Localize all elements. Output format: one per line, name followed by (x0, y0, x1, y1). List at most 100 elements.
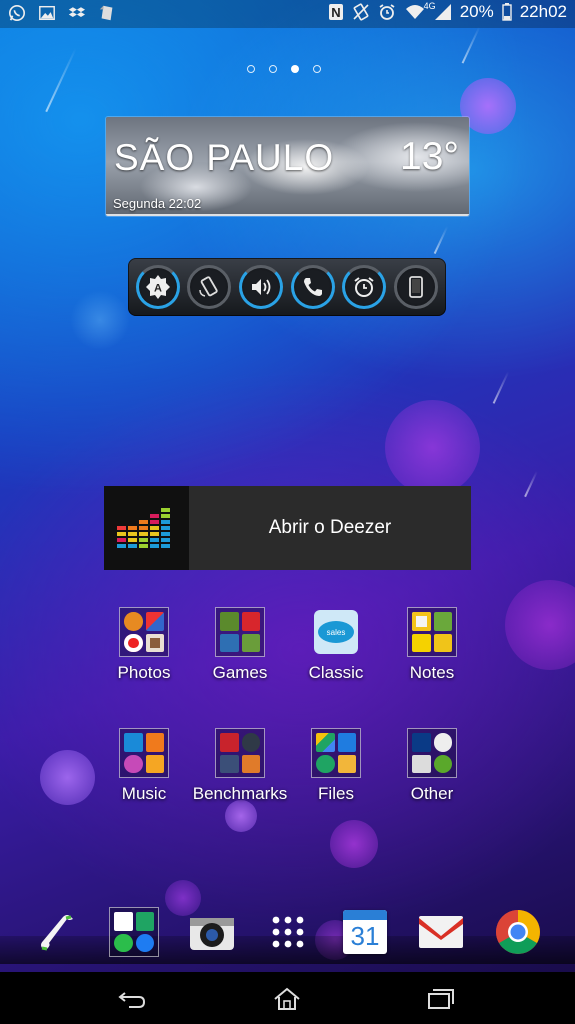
folder-games[interactable]: Games (190, 607, 290, 683)
sticky-note-icon (412, 633, 431, 652)
dock-messaging-folder[interactable] (108, 906, 160, 958)
file-commander-icon (337, 754, 356, 773)
wallpaper-streak (492, 371, 510, 404)
plants-game-icon (241, 633, 260, 652)
svg-text:A: A (154, 283, 162, 295)
salesforce-icon: sales (314, 610, 358, 654)
back-icon (118, 992, 146, 1008)
calendar-day: 31 (350, 921, 380, 951)
battery-icon (502, 3, 512, 21)
collage-icon (145, 612, 164, 631)
phone-icon (41, 915, 73, 951)
folder-icon (119, 607, 169, 657)
calendar-header (343, 910, 387, 920)
wallpaper-bokeh (505, 580, 575, 670)
dock-app-drawer[interactable] (262, 906, 314, 958)
deezer-open-label: Abrir o Deezer (268, 517, 392, 538)
hangouts-icon (135, 912, 154, 931)
deezer-widget[interactable]: Abrir o Deezer (104, 486, 471, 570)
dock-calendar[interactable]: 31 (339, 906, 391, 958)
camera-icon (190, 918, 234, 950)
battery-percent: 20% (459, 2, 494, 21)
toggle-auto-brightness[interactable]: A (135, 265, 180, 309)
folder-icon (407, 607, 457, 657)
dropbox-app-icon (337, 733, 356, 752)
folder-label: Other (410, 784, 454, 803)
salesforce-app: sales (311, 607, 361, 657)
calculator-icon (412, 754, 431, 773)
dropbox-icon (68, 7, 86, 17)
folder-label: Notes (409, 663, 455, 682)
folder-photos[interactable]: Photos (94, 607, 194, 683)
page-indicator (247, 65, 321, 73)
weather-temperature: 13° (400, 135, 459, 178)
gmail-icon (419, 916, 463, 948)
folder-icon (311, 728, 361, 778)
page-dot (313, 65, 321, 73)
status-bar[interactable]: N 4G 20% 22h02 (0, 0, 575, 28)
speedtest-icon (241, 733, 260, 752)
page-dot (247, 65, 255, 73)
toggle-alarm[interactable] (342, 265, 387, 309)
wallpaper-bokeh (330, 820, 378, 868)
quickoffice-icon (316, 754, 335, 773)
recent-apps-button[interactable] (411, 982, 471, 1016)
folder-icon (215, 728, 265, 778)
weather-widget[interactable]: SÃO PAULO 13° Segunda 22:02 (106, 117, 469, 216)
dock-chrome[interactable] (492, 906, 544, 958)
clock: 22h02 (519, 2, 567, 21)
folder-notes[interactable]: Notes (382, 607, 482, 683)
deezer-equalizer-icon (117, 508, 170, 548)
toggle-screen-timeout[interactable] (394, 265, 439, 309)
toggle-ringer[interactable] (290, 265, 335, 309)
dock-gmail[interactable] (415, 906, 467, 958)
alarm-clock-icon (354, 277, 375, 297)
wallpaper-bokeh (225, 800, 257, 832)
svg-text:sales: sales (327, 628, 346, 637)
app-classic[interactable]: sales Classic (286, 607, 386, 683)
recent-apps-icon (428, 989, 454, 1009)
weather-city: SÃO PAULO (114, 137, 335, 178)
sound-icon (252, 279, 271, 295)
folder-benchmarks[interactable]: Benchmarks (190, 728, 290, 804)
google-drive-icon (316, 733, 335, 752)
folder-files[interactable]: Files (286, 728, 386, 804)
page-dot-active (291, 65, 299, 73)
navigation-bar (0, 972, 575, 1024)
wallpaper-bokeh (70, 290, 130, 350)
clock-app-icon (433, 733, 452, 752)
folder-icon (407, 728, 457, 778)
signal-icon (434, 4, 451, 20)
toggle-rotate[interactable] (187, 265, 232, 309)
evernote-app-icon (433, 612, 452, 631)
back-button[interactable] (102, 982, 162, 1016)
whatsapp-icon (8, 4, 26, 22)
folder-icon (119, 728, 169, 778)
folder-music[interactable]: Music (94, 728, 194, 804)
wallpaper-streak (45, 47, 77, 113)
wallpaper-streak (461, 26, 481, 64)
3dmark-icon (220, 754, 239, 773)
weather-datetime: Segunda 22:02 (113, 196, 202, 211)
memo-icon (433, 633, 452, 652)
dock-phone[interactable] (30, 906, 82, 958)
toggle-sound[interactable] (239, 265, 284, 309)
headphones-icon (145, 754, 164, 773)
folder-other[interactable]: Other (382, 728, 482, 804)
home-button[interactable] (257, 982, 317, 1016)
keep-icon (412, 612, 431, 631)
instagram-icon (145, 633, 164, 652)
dock-camera[interactable] (186, 906, 238, 958)
soundhound-icon (145, 733, 164, 752)
nfc-icon: N (328, 4, 343, 20)
page-dot (269, 65, 277, 73)
game-controller-icon (220, 612, 239, 631)
music-app-icon (124, 754, 143, 773)
messages-icon (114, 912, 133, 931)
app-drawer-icon (272, 916, 304, 948)
record-icon (124, 633, 143, 652)
home-icon (274, 987, 300, 1010)
itau-icon (412, 733, 431, 752)
folder-label: Photos (117, 663, 171, 682)
quick-toggles-widget: A (128, 258, 446, 316)
